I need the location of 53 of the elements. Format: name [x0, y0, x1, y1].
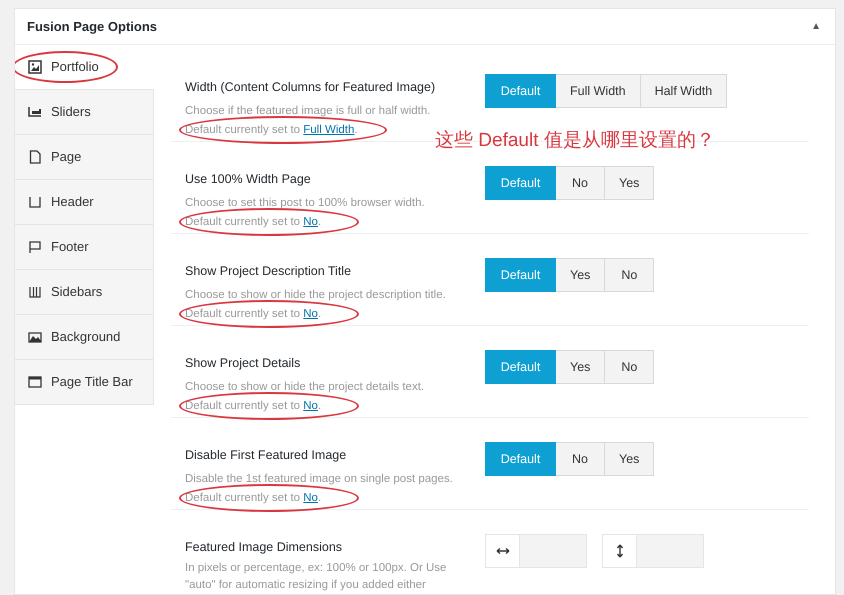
image-icon	[28, 330, 42, 344]
default-note: Default currently set to No.	[185, 399, 322, 414]
default-link[interactable]: No	[303, 308, 318, 320]
sidebar-tab[interactable]: Portfolio	[15, 45, 154, 90]
annotation-text: 这些 Default 值是从哪里设置的？	[435, 129, 715, 153]
option-button[interactable]: No	[605, 258, 654, 292]
option-button[interactable]: Yes	[605, 166, 654, 200]
default-link[interactable]: No	[303, 492, 318, 504]
option-button[interactable]: No	[556, 442, 605, 476]
option-description: Choose if the featured image is full or half width.	[185, 104, 432, 119]
option-button[interactable]: Half Width	[640, 74, 728, 108]
default-link[interactable]: Full Width	[303, 124, 354, 136]
window-icon	[28, 375, 42, 389]
sidebar-tab[interactable]: Sidebars	[15, 270, 154, 315]
option-label: Use 100% Width Page	[185, 171, 312, 188]
option-description: Choose to show or hide the project details text.	[185, 380, 426, 395]
default-note: Default currently set to No.	[185, 215, 322, 230]
collapse-toggle[interactable]: ▲	[811, 19, 823, 34]
footer-icon	[28, 240, 42, 254]
dimension-field[interactable]	[602, 534, 704, 568]
sidebar-tab[interactable]: Footer	[15, 225, 154, 270]
option-description: Disable the 1st featured image on single post pages.	[185, 472, 454, 487]
picture-icon	[28, 60, 42, 74]
sidebar-tab[interactable]: Page Title Bar	[15, 360, 154, 405]
header-icon	[28, 195, 42, 209]
option-label: Show Project Description Title	[185, 263, 352, 280]
default-note: Default currently set to No.	[185, 491, 322, 506]
panel-title: Fusion Page Options	[27, 18, 158, 36]
dimension-field[interactable]	[485, 534, 587, 568]
option-description: In pixels or percentage, ex: 100% or 100px. Or Use "auto" for automatic resizing if you added either	[185, 561, 448, 593]
option-label: Show Project Details	[185, 355, 302, 372]
option-button[interactable]: Full Width	[556, 74, 641, 108]
default-note: Default currently set to Full Width.	[185, 123, 358, 138]
option-button[interactable]: No	[605, 350, 654, 384]
sidebar-tab[interactable]: Background	[15, 315, 154, 360]
option-label: Disable First Featured Image	[185, 447, 348, 464]
option-button[interactable]: Yes	[605, 442, 654, 476]
option-label: Featured Image Dimensions	[185, 539, 344, 556]
option-description: Choose to show or hide the project description title.	[185, 288, 447, 303]
sidebar-tab[interactable]: Sliders	[15, 90, 154, 135]
page-icon	[28, 150, 42, 164]
option-label: Width (Content Columns for Featured Image)	[185, 79, 436, 96]
option-button[interactable]: No	[556, 166, 605, 200]
default-link[interactable]: No	[303, 400, 318, 412]
columns-icon	[28, 285, 42, 299]
sidebar-tab[interactable]: Page	[15, 135, 154, 180]
default-link[interactable]: No	[303, 216, 318, 228]
sidebar-tab[interactable]: Header	[15, 180, 154, 225]
option-description: Choose to set this post to 100% browser width.	[185, 196, 426, 211]
tray-icon	[28, 105, 42, 119]
default-note: Default currently set to No.	[185, 307, 322, 322]
option-button[interactable]: Yes	[556, 258, 606, 292]
option-button[interactable]: Yes	[556, 350, 606, 384]
